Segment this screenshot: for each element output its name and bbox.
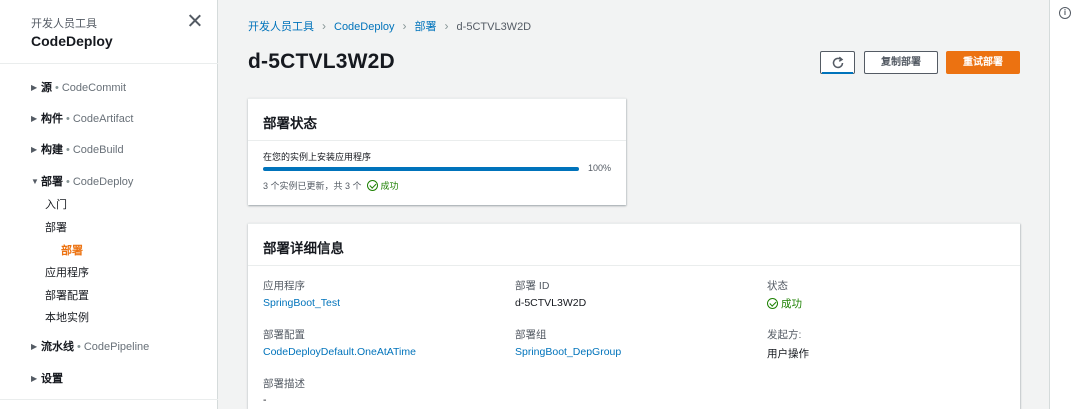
- initiator-value: 用户操作: [767, 348, 809, 360]
- success-icon: [767, 298, 778, 309]
- caret-right-icon: ▶: [31, 114, 38, 123]
- sidebar-section-deploy[interactable]: ▼ 部署 • CodeDeploy: [31, 173, 133, 189]
- caret-right-icon: ▶: [31, 83, 38, 92]
- sidebar-item-on-prem-instances[interactable]: 本地实例: [45, 309, 89, 325]
- breadcrumb-codedeploy[interactable]: CodeDeploy: [334, 21, 395, 33]
- retry-deployment-button[interactable]: 重试部署: [946, 51, 1020, 74]
- progress-summary: 3 个实例已更新，共 3 个 成功: [263, 179, 399, 192]
- status-indicator: 成功: [366, 180, 399, 191]
- sidebar-title[interactable]: CodeDeploy: [31, 33, 113, 49]
- status-text: 成功: [781, 298, 802, 310]
- sidebar-header: 开发人员工具 CodeDeploy: [0, 0, 218, 64]
- chevron-right-icon: ›: [402, 19, 407, 33]
- progress-percent: 100%: [588, 163, 612, 173]
- deployment-config-label: 部署配置: [263, 329, 305, 341]
- breadcrumb-developer-tools[interactable]: 开发人员工具: [248, 21, 314, 33]
- caret-right-icon: ▶: [31, 342, 38, 351]
- sidebar-item-deployments-group[interactable]: 部署: [45, 219, 67, 235]
- status-text: 成功: [380, 181, 399, 191]
- sidebar-section-settings[interactable]: ▶ 设置: [31, 370, 63, 386]
- sidebar-item-getting-started[interactable]: 入门: [45, 196, 67, 212]
- breadcrumb-current: d-5CTVL3W2D: [456, 21, 532, 33]
- deployment-id-value: d-5CTVL3W2D: [515, 297, 587, 309]
- sidebar-divider: [0, 399, 218, 400]
- card-header: 部署详细信息: [248, 224, 1020, 266]
- breadcrumb-deployments[interactable]: 部署: [415, 21, 437, 33]
- initiator-label: 发起方:: [767, 329, 802, 341]
- info-icon[interactable]: i: [1059, 7, 1071, 19]
- sidebar-item-applications[interactable]: 应用程序: [45, 264, 89, 280]
- description-label: 部署描述: [263, 378, 305, 390]
- deployment-status-card: 部署状态 在您的实例上安装应用程序 100% 3 个实例已更新，共 3 个 成功: [248, 98, 626, 205]
- deployment-group-label: 部署组: [515, 329, 547, 341]
- application-link[interactable]: SpringBoot_Test: [263, 297, 340, 309]
- tools-rail: i: [1049, 0, 1080, 409]
- application-label: 应用程序: [263, 280, 305, 292]
- progress-label: 在您的实例上安装应用程序: [263, 152, 372, 162]
- progress-bar: [263, 167, 579, 171]
- deployment-id-label: 部署 ID: [515, 280, 550, 292]
- refresh-button[interactable]: [820, 51, 855, 74]
- page-title: d-5CTVL3W2D: [248, 50, 395, 73]
- refresh-progress-bar: [822, 72, 853, 74]
- description-value: -: [263, 394, 267, 406]
- sidebar-item-deployments[interactable]: 部署: [61, 242, 83, 258]
- chevron-right-icon: ›: [444, 19, 449, 33]
- card-title: 部署详细信息: [263, 241, 344, 256]
- deployment-config-link[interactable]: CodeDeployDefault.OneAtATime: [263, 346, 416, 358]
- deployment-details-card: 部署详细信息 应用程序 SpringBoot_Test 部署 ID d-5CTV…: [248, 223, 1020, 409]
- refresh-icon: [832, 56, 843, 69]
- breadcrumb: 开发人员工具 › CodeDeploy › 部署 › d-5CTVL3W2D: [248, 18, 531, 34]
- status-value: 成功: [767, 296, 802, 311]
- card-header: 部署状态: [248, 99, 626, 141]
- caret-down-icon: ▼: [31, 177, 39, 186]
- sidebar-section-build[interactable]: ▶ 构建 • CodeBuild: [31, 141, 124, 157]
- instances-updated-text: 3 个实例已更新，共 3 个: [263, 181, 362, 191]
- caret-right-icon: ▶: [31, 145, 38, 154]
- sidebar-section-artifact[interactable]: ▶ 构件 • CodeArtifact: [31, 110, 133, 126]
- card-title: 部署状态: [263, 116, 317, 131]
- status-label: 状态: [767, 280, 788, 292]
- sidebar-item-deployment-configs[interactable]: 部署配置: [45, 287, 89, 303]
- chevron-right-icon: ›: [322, 19, 326, 33]
- caret-right-icon: ▶: [31, 374, 38, 383]
- progress-bar-fill: [263, 167, 579, 171]
- close-icon[interactable]: [186, 12, 204, 30]
- success-icon: [366, 180, 378, 191]
- sidebar-section-source[interactable]: ▶ 源 • CodeCommit: [31, 79, 126, 95]
- side-navigation: 开发人员工具 CodeDeploy ▶ 源 • CodeCommit ▶ 构件 • Code…: [0, 0, 218, 409]
- copy-deployment-button[interactable]: 复制部署: [864, 51, 938, 74]
- deployment-group-link[interactable]: SpringBoot_DepGroup: [515, 346, 621, 358]
- sidebar-section-pipeline[interactable]: ▶ 流水线 • CodePipeline: [31, 338, 149, 354]
- sidebar-super-title: 开发人员工具: [31, 18, 97, 30]
